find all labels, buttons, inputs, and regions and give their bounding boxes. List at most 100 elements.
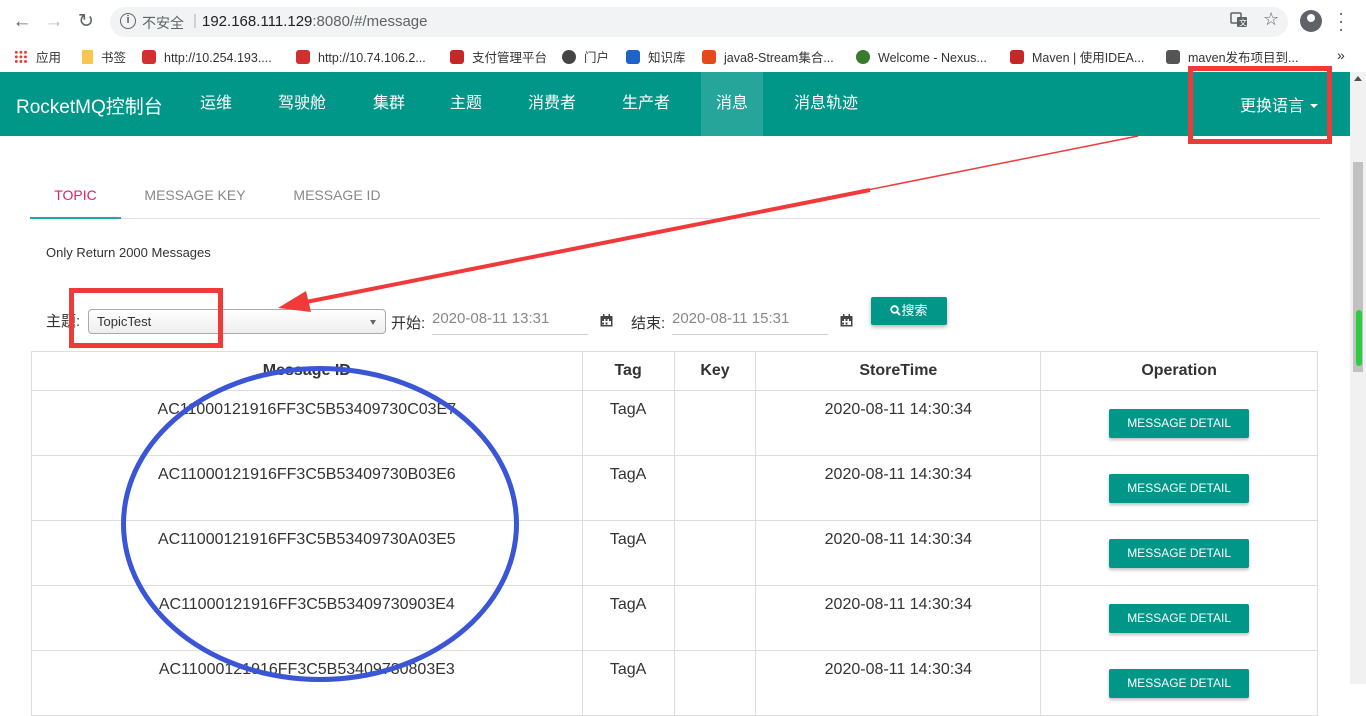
store-time-cell: 2020-08-11 14:30:34 bbox=[755, 650, 1042, 716]
bm-portal-icon bbox=[562, 50, 576, 64]
col-tag: Tag bbox=[581, 351, 675, 391]
store-time-cell: 2020-08-11 14:30:34 bbox=[755, 520, 1042, 586]
message-detail-button[interactable]: MESSAGE DETAIL bbox=[1109, 474, 1250, 503]
tag-cell: TagA bbox=[581, 455, 675, 521]
omnibox-separator: | bbox=[193, 12, 197, 29]
bookmark-apps[interactable]: 应用 bbox=[14, 48, 61, 68]
nav-topic[interactable]: 主题 bbox=[450, 72, 482, 136]
bookmark-label: http://10.254.193.... bbox=[164, 51, 272, 65]
green-indicator bbox=[1356, 310, 1362, 366]
nav-cockpit[interactable]: 驾驶舱 bbox=[278, 72, 326, 136]
store-time-cell: 2020-08-11 14:30:34 bbox=[755, 390, 1042, 456]
bm-nexus-icon bbox=[856, 50, 870, 64]
info-icon[interactable]: i bbox=[120, 13, 136, 29]
bookmark-label: 知识库 bbox=[648, 51, 686, 65]
end-time-input[interactable]: 2020-08-11 15:31 bbox=[672, 305, 828, 335]
profile-icon[interactable] bbox=[1300, 10, 1322, 32]
end-label: 结束: bbox=[631, 315, 666, 332]
bm-maven-publish-icon bbox=[1166, 50, 1180, 64]
brand-title[interactable]: RocketMQ控制台 bbox=[16, 92, 163, 119]
bookmark-bm-nexus[interactable]: Welcome - Nexus... bbox=[856, 48, 987, 68]
col-key: Key bbox=[673, 351, 757, 391]
forward-icon[interactable]: → bbox=[42, 10, 66, 34]
address-bar[interactable]: i 不安全 | 192.168.111.129:8080/#/message 文… bbox=[110, 7, 1288, 37]
search-button[interactable]: 搜索 bbox=[871, 297, 947, 325]
browser-toolbar: ← → ↻ i 不安全 | 192.168.111.129:8080/#/mes… bbox=[0, 0, 1366, 43]
bookmark-bm-java8[interactable]: java8-Stream集合... bbox=[702, 48, 834, 68]
bm-knowledge-icon bbox=[626, 50, 640, 64]
menu-icon[interactable]: · · · bbox=[1336, 4, 1346, 38]
bookmark-bm-maven-publish[interactable]: maven发布项目到... bbox=[1166, 48, 1298, 68]
nav-producer[interactable]: 生产者 bbox=[622, 72, 670, 136]
search-icon bbox=[890, 305, 902, 316]
bookmark-label: 书签 bbox=[101, 51, 127, 65]
nav-consumer[interactable]: 消费者 bbox=[528, 72, 576, 136]
key-cell bbox=[673, 390, 757, 456]
bm-maven-icon bbox=[1010, 50, 1024, 64]
translate-icon[interactable]: 文 bbox=[1230, 11, 1248, 34]
bookmark-bm-pay[interactable]: 支付管理平台 bbox=[450, 48, 547, 68]
calendar-icon[interactable] bbox=[840, 314, 853, 327]
tab-message-key[interactable]: MESSAGE KEY bbox=[130, 175, 260, 219]
bookmark-label: 门户 bbox=[584, 51, 610, 65]
app-navbar: RocketMQ控制台 运维 驾驶舱 集群 主题 消费者 生产者 消息 消息轨迹… bbox=[0, 72, 1350, 136]
bm-java8-icon bbox=[702, 50, 716, 64]
begin-label: 开始: bbox=[391, 315, 426, 332]
col-operation: Operation bbox=[1040, 351, 1318, 391]
key-cell bbox=[673, 520, 757, 586]
url-text[interactable]: 192.168.111.129:8080/#/message bbox=[202, 13, 427, 30]
annotation-box-language bbox=[1188, 66, 1332, 144]
bookmark-bm-link-2[interactable]: http://10.74.106.2... bbox=[296, 48, 426, 68]
back-icon[interactable]: ← bbox=[10, 10, 34, 34]
bookmarks-bar: 应用 书签 http://10.254.193.... http://10.74.10… bbox=[0, 43, 1366, 72]
message-detail-button[interactable]: MESSAGE DETAIL bbox=[1109, 539, 1250, 568]
reload-icon[interactable]: ↻ bbox=[74, 10, 98, 34]
nav-message-trace[interactable]: 消息轨迹 bbox=[794, 72, 858, 136]
bookmark-label: Welcome - Nexus... bbox=[878, 51, 987, 65]
bookmark-bm-maven[interactable]: Maven | 使用IDEA... bbox=[1010, 48, 1144, 68]
limit-note: Only Return 2000 Messages bbox=[46, 245, 211, 260]
bm-link-1-icon bbox=[142, 50, 156, 64]
begin-time-input[interactable]: 2020-08-11 13:31 bbox=[432, 305, 588, 335]
message-detail-button[interactable]: MESSAGE DETAIL bbox=[1109, 409, 1250, 438]
bookmark-label: 应用 bbox=[36, 51, 62, 65]
tag-cell: TagA bbox=[581, 585, 675, 651]
annotation-arrow-line-thin bbox=[295, 135, 1139, 305]
scroll-up-icon[interactable] bbox=[1354, 76, 1362, 81]
operation-cell: MESSAGE DETAIL bbox=[1040, 520, 1318, 586]
bookmark-bm-link-1[interactable]: http://10.254.193.... bbox=[142, 48, 272, 68]
store-time-cell: 2020-08-11 14:30:34 bbox=[755, 455, 1042, 521]
bookmarks-folder-icon bbox=[82, 50, 93, 64]
star-icon[interactable]: ☆ bbox=[1263, 9, 1279, 30]
tab-message-id[interactable]: MESSAGE ID bbox=[282, 175, 392, 219]
bookmark-bm-knowledge[interactable]: 知识库 bbox=[626, 48, 686, 68]
bookmarks-more[interactable]: » bbox=[1337, 47, 1345, 63]
nav-ops[interactable]: 运维 bbox=[200, 72, 232, 136]
operation-cell: MESSAGE DETAIL bbox=[1040, 455, 1318, 521]
bm-pay-icon bbox=[450, 50, 464, 64]
nav-cluster[interactable]: 集群 bbox=[373, 72, 405, 136]
tag-cell: TagA bbox=[581, 390, 675, 456]
nav-message[interactable]: 消息 bbox=[701, 72, 763, 136]
bookmark-bookmarks-folder[interactable]: 书签 bbox=[82, 48, 126, 68]
message-detail-button[interactable]: MESSAGE DETAIL bbox=[1109, 604, 1250, 633]
tab-topic[interactable]: TOPIC bbox=[30, 175, 121, 219]
bookmark-label: 支付管理平台 bbox=[472, 51, 548, 65]
bookmark-bm-portal[interactable]: 门户 bbox=[562, 48, 609, 68]
operation-cell: MESSAGE DETAIL bbox=[1040, 650, 1318, 716]
insecure-label: 不安全 bbox=[142, 15, 184, 31]
tag-cell: TagA bbox=[581, 650, 675, 716]
apps-icon bbox=[14, 50, 28, 64]
page-scrollbar[interactable] bbox=[1350, 72, 1366, 684]
store-time-cell: 2020-08-11 14:30:34 bbox=[755, 585, 1042, 651]
key-cell bbox=[673, 585, 757, 651]
select-arrow-icon bbox=[370, 320, 376, 325]
bookmark-label: java8-Stream集合... bbox=[724, 51, 834, 65]
search-tabs: TOPIC MESSAGE KEY MESSAGE ID bbox=[30, 175, 1320, 219]
calendar-icon[interactable] bbox=[600, 314, 613, 327]
annotation-ellipse bbox=[121, 366, 519, 682]
key-cell bbox=[673, 650, 757, 716]
key-cell bbox=[673, 455, 757, 521]
svg-text:文: 文 bbox=[1239, 18, 1247, 28]
bookmark-label: http://10.74.106.2... bbox=[318, 51, 426, 65]
